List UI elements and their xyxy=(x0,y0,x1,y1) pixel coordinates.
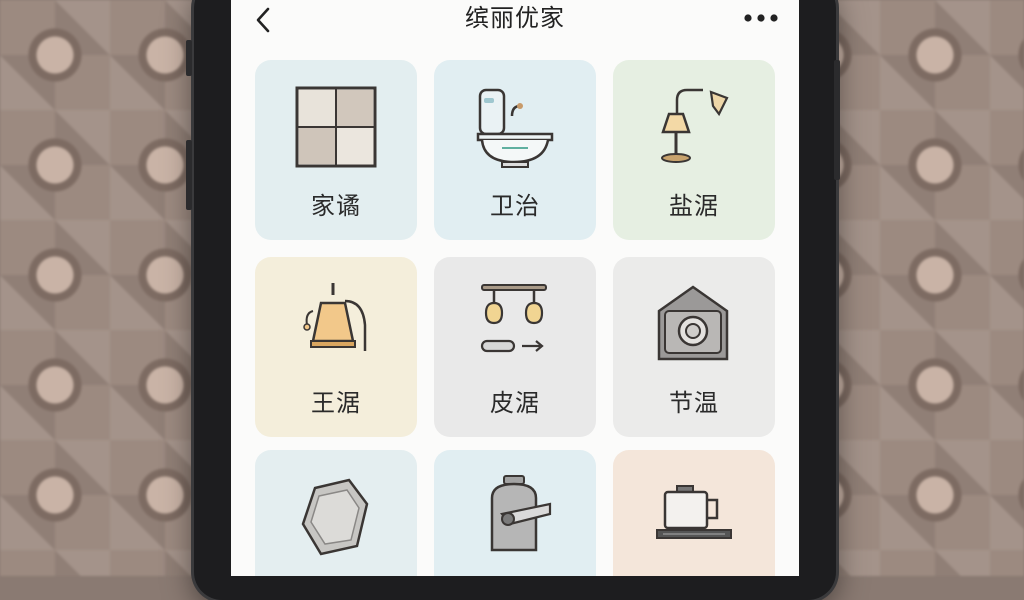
phone-side-button xyxy=(186,40,192,76)
ellipsis-icon xyxy=(744,14,778,22)
category-card[interactable]: 节温 xyxy=(613,257,775,437)
toilet-icon xyxy=(470,82,560,172)
category-label: 皮涺 xyxy=(490,389,540,417)
category-label: 盐涺 xyxy=(669,192,719,220)
category-card[interactable] xyxy=(255,450,417,576)
category-card[interactable]: 皮涺 xyxy=(434,257,596,437)
faucet-icon xyxy=(470,472,560,562)
category-card[interactable]: 王涺 xyxy=(255,257,417,437)
category-card[interactable] xyxy=(434,450,596,576)
lamp-icon xyxy=(649,82,739,172)
category-card[interactable]: 盐涺 xyxy=(613,60,775,240)
category-label: 家谲 xyxy=(311,192,361,220)
stove-icon xyxy=(649,472,739,562)
heater-icon xyxy=(649,279,739,369)
category-card[interactable]: 卫治 xyxy=(434,60,596,240)
category-label: 卫治 xyxy=(490,192,540,220)
app-header: 缤丽优家 xyxy=(231,0,799,56)
phone-side-button xyxy=(834,60,840,180)
category-label: 王涺 xyxy=(311,389,361,417)
more-button[interactable] xyxy=(741,6,781,30)
ceiling-light-icon xyxy=(470,279,560,369)
category-card[interactable]: 家谲 xyxy=(255,60,417,240)
page-title: 缤丽优家 xyxy=(465,4,565,32)
category-card[interactable] xyxy=(613,450,775,576)
category-label: 节温 xyxy=(669,389,719,417)
phone-side-button xyxy=(186,140,192,210)
stone-icon xyxy=(291,472,381,562)
floor-tile-icon xyxy=(291,82,381,172)
app-screen: 缤丽优家 家谲 卫治 盐涺 王涺 皮涺 节温 xyxy=(231,0,799,576)
pendant-lamp-icon xyxy=(291,279,381,369)
